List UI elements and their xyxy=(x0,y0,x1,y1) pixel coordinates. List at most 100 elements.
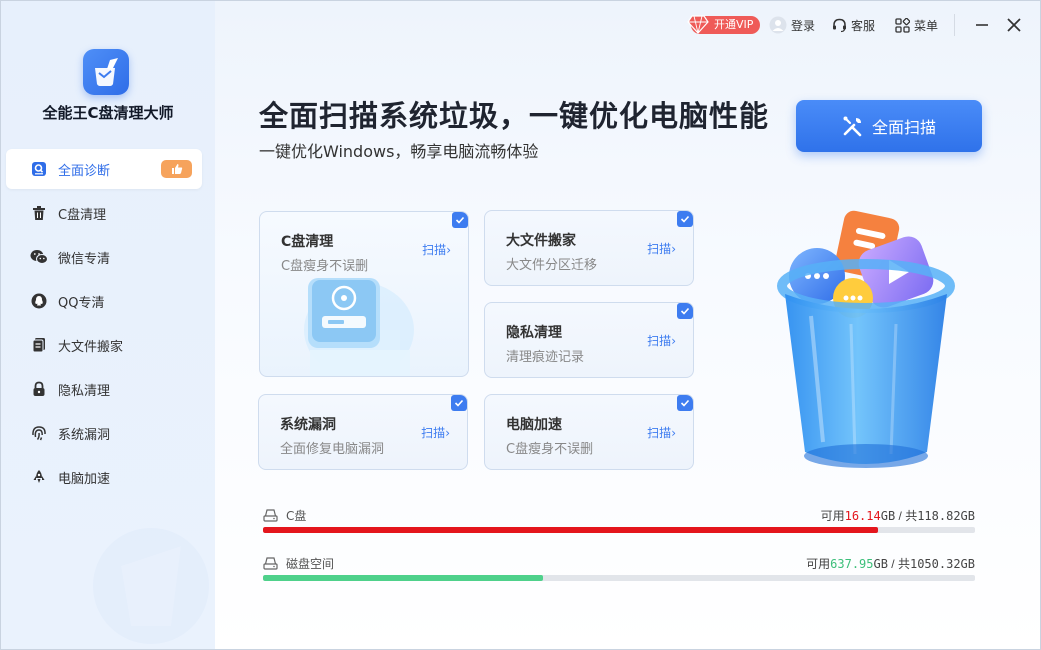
thumbs-up-icon xyxy=(171,164,182,174)
card-desc: C盘瘦身不误删 xyxy=(506,442,594,457)
available-prefix: 可用 xyxy=(806,557,831,571)
sidebar: 全能王C盘清理大师 全面诊断 C盘清理 微信专清 QQ专清 大文件搬家 隐私清理… xyxy=(1,1,215,649)
file-icon xyxy=(30,336,48,354)
sidebar-item-large-file-move[interactable]: 大文件搬家 xyxy=(6,325,202,365)
lock-icon xyxy=(30,380,48,398)
user-avatar-icon xyxy=(769,16,787,34)
disk-label: 磁盘空间 xyxy=(263,555,334,572)
sidebar-item-label: 微信专清 xyxy=(58,251,111,267)
rocket-icon xyxy=(30,468,48,486)
card-system-vulnerability[interactable]: 系统漏洞 全面修复电脑漏洞 扫描› xyxy=(258,394,468,470)
sidebar-item-label: C盘清理 xyxy=(58,207,107,223)
fingerprint-icon xyxy=(30,424,48,442)
card-large-file-move[interactable]: 大文件搬家 大文件分区迁移 扫描› xyxy=(484,210,694,286)
sidebar-item-system-vulnerability[interactable]: 系统漏洞 xyxy=(6,413,202,453)
full-scan-button[interactable]: 全面扫描 xyxy=(796,100,982,152)
card-c-drive-clean[interactable]: C盘清理 C盘瘦身不误删 扫描› xyxy=(259,211,469,377)
topbar-divider xyxy=(954,14,955,36)
total-prefix: / 共 xyxy=(887,557,910,571)
page-title: 全面扫描系统垃圾，一键优化电脑性能 xyxy=(259,99,770,133)
usage-bar-fill xyxy=(263,527,879,533)
menu-button[interactable]: 菜单 xyxy=(895,16,938,34)
app-logo-icon xyxy=(83,49,129,95)
minimize-button[interactable] xyxy=(970,13,994,37)
check-icon xyxy=(680,307,690,315)
minimize-icon xyxy=(976,24,988,26)
broom-watermark-icon xyxy=(93,528,209,644)
login-label: 登录 xyxy=(791,18,816,33)
card-title: 隐私清理 xyxy=(506,325,562,341)
card-desc: 清理痕迹记录 xyxy=(506,350,585,365)
close-icon xyxy=(1007,18,1021,32)
sidebar-item-c-drive-clean[interactable]: C盘清理 xyxy=(6,193,202,233)
chevron-right-icon: › xyxy=(671,334,676,348)
sidebar-item-label: 大文件搬家 xyxy=(58,339,124,355)
available-value: 16.14 xyxy=(844,509,881,523)
card-privacy-clean[interactable]: 隐私清理 清理痕迹记录 扫描› xyxy=(484,302,694,378)
card-scan-link[interactable]: 扫描› xyxy=(422,241,451,258)
card-checkbox[interactable] xyxy=(677,211,693,227)
close-button[interactable] xyxy=(1002,13,1026,37)
menu-label: 菜单 xyxy=(914,18,939,33)
chevron-right-icon: › xyxy=(445,426,450,440)
page-subtitle: 一键优化Windows，畅享电脑流畅体验 xyxy=(259,142,539,161)
customer-service-label: 客服 xyxy=(851,18,876,33)
sidebar-item-full-diagnosis[interactable]: 全面诊断 xyxy=(6,149,202,189)
sidebar-item-label: QQ专清 xyxy=(58,295,105,311)
card-scan-link[interactable]: 扫描› xyxy=(421,424,450,441)
headset-icon xyxy=(833,18,846,32)
trash-can-illustration-icon xyxy=(777,210,955,468)
sidebar-item-privacy-clean[interactable]: 隐私清理 xyxy=(6,369,202,409)
check-icon xyxy=(454,399,464,407)
app-name: 全能王C盘清理大师 xyxy=(42,104,174,122)
sidebar-item-qq-clean[interactable]: QQ专清 xyxy=(6,281,202,321)
qq-icon xyxy=(30,292,48,310)
card-desc: 大文件分区迁移 xyxy=(506,258,598,273)
sidebar-item-label: 全面诊断 xyxy=(58,163,111,179)
card-checkbox[interactable] xyxy=(677,395,693,411)
sidebar-item-label: 隐私清理 xyxy=(58,383,111,399)
disk-label: C盘 xyxy=(263,507,306,524)
sidebar-item-label: 电脑加速 xyxy=(58,471,111,487)
total-value: 1050.32GB xyxy=(909,557,975,571)
disk-name: C盘 xyxy=(286,509,307,523)
check-icon xyxy=(680,399,690,407)
vip-button[interactable]: 开通VIP xyxy=(687,15,761,34)
available-value: 637.95 xyxy=(830,557,874,571)
scan-label: 扫描 xyxy=(422,243,447,257)
wechat-icon xyxy=(30,248,48,266)
disk-name: 磁盘空间 xyxy=(286,557,335,571)
card-checkbox[interactable] xyxy=(452,212,468,228)
chevron-right-icon: › xyxy=(671,242,676,256)
total-value: 118.82GB xyxy=(917,509,975,523)
card-scan-link[interactable]: 扫描› xyxy=(647,240,676,257)
total-prefix: / 共 xyxy=(895,509,918,523)
available-unit: GB xyxy=(873,557,888,571)
diamond-icon xyxy=(687,15,709,34)
card-scan-link[interactable]: 扫描› xyxy=(647,424,676,441)
vip-label: 开通VIP xyxy=(714,18,754,31)
login-button[interactable]: 登录 xyxy=(769,16,815,34)
sidebar-item-wechat-clean[interactable]: 微信专清 xyxy=(6,237,202,277)
usage-bar-fill xyxy=(263,575,543,581)
grid-menu-icon xyxy=(895,17,910,33)
check-icon xyxy=(455,216,465,224)
available-unit: GB xyxy=(880,509,896,523)
trash-icon xyxy=(30,204,48,222)
hard-drive-icon xyxy=(263,557,278,570)
card-scan-link[interactable]: 扫描› xyxy=(647,332,676,349)
card-checkbox[interactable] xyxy=(451,395,467,411)
scan-label: 扫描 xyxy=(647,242,672,256)
customer-service-button[interactable]: 客服 xyxy=(832,16,875,34)
card-title: C盘清理 xyxy=(281,234,334,250)
card-pc-speedup[interactable]: 电脑加速 C盘瘦身不误删 扫描› xyxy=(484,394,694,470)
usage-bar-track xyxy=(263,527,975,533)
sidebar-item-pc-speedup[interactable]: 电脑加速 xyxy=(6,457,202,497)
scan-label: 扫描 xyxy=(421,426,446,440)
disk-space-usage: 磁盘空间 可用637.95GB / 共1050.32GB xyxy=(263,555,975,585)
scan-label: 扫描 xyxy=(647,334,672,348)
tools-icon xyxy=(843,116,862,137)
disk-capacity-text: 可用637.95GB / 共1050.32GB xyxy=(806,555,975,572)
sidebar-nav: 全面诊断 C盘清理 微信专清 QQ专清 大文件搬家 隐私清理 系统漏洞 电脑加速 xyxy=(6,149,202,501)
card-checkbox[interactable] xyxy=(677,303,693,319)
